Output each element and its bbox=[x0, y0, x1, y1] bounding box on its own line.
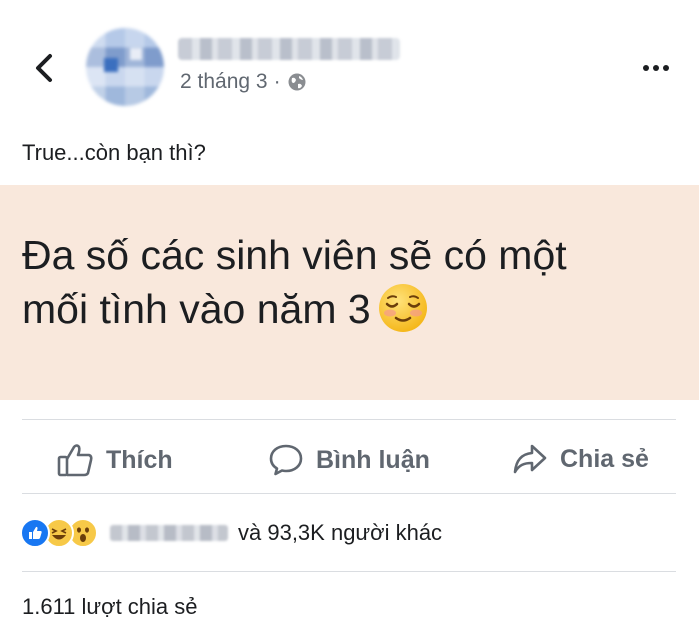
relieved-face-emoji bbox=[378, 284, 427, 333]
shares-count[interactable]: 1.611 lượt chia sẻ bbox=[22, 594, 198, 620]
thumbs-up-icon bbox=[57, 444, 93, 477]
share-label: Chia sẻ bbox=[560, 444, 649, 473]
action-bar: Thích Bình luận Chia sẻ bbox=[0, 420, 699, 492]
share-button[interactable]: Chia sẻ bbox=[512, 442, 649, 476]
more-options-button[interactable] bbox=[636, 58, 676, 78]
divider-bottom bbox=[22, 571, 676, 572]
avatar[interactable] bbox=[86, 28, 164, 106]
chevron-left-icon bbox=[36, 54, 52, 82]
reactions-count-text: và 93,3K người khác bbox=[238, 520, 443, 545]
globe-icon bbox=[288, 73, 306, 91]
more-options-icon bbox=[643, 65, 649, 71]
share-arrow-icon bbox=[513, 444, 547, 474]
reactions-summary[interactable]: và 93,3K người khác bbox=[20, 514, 442, 552]
comment-button[interactable]: Bình luận bbox=[268, 442, 430, 478]
status-text: Đa số các sinh viên sẽ có một mối tình v… bbox=[22, 228, 682, 338]
post-date[interactable]: 2 tháng 3 bbox=[180, 70, 268, 94]
status-line-1: Đa số các sinh viên sẽ có một bbox=[22, 232, 567, 278]
post-caption: True...còn bạn thì? bbox=[22, 140, 206, 165]
status-line-2-wrap: mối tình vào năm 3 bbox=[22, 282, 682, 338]
divider-middle bbox=[22, 493, 676, 494]
comment-bubble-icon bbox=[269, 444, 303, 476]
post-meta: 2 tháng 3 · bbox=[180, 70, 307, 94]
like-reaction-icon bbox=[20, 518, 50, 548]
like-button[interactable]: Thích bbox=[56, 442, 173, 478]
status-line-2: mối tình vào năm 3 bbox=[22, 286, 371, 332]
like-label: Thích bbox=[106, 445, 173, 474]
comment-label: Bình luận bbox=[316, 445, 430, 474]
post-header: 2 tháng 3 · bbox=[0, 0, 699, 120]
meta-separator: · bbox=[273, 70, 281, 93]
back-button[interactable] bbox=[28, 48, 60, 88]
reactor-names-blurred bbox=[110, 525, 228, 541]
author-name-blurred[interactable] bbox=[178, 38, 400, 60]
